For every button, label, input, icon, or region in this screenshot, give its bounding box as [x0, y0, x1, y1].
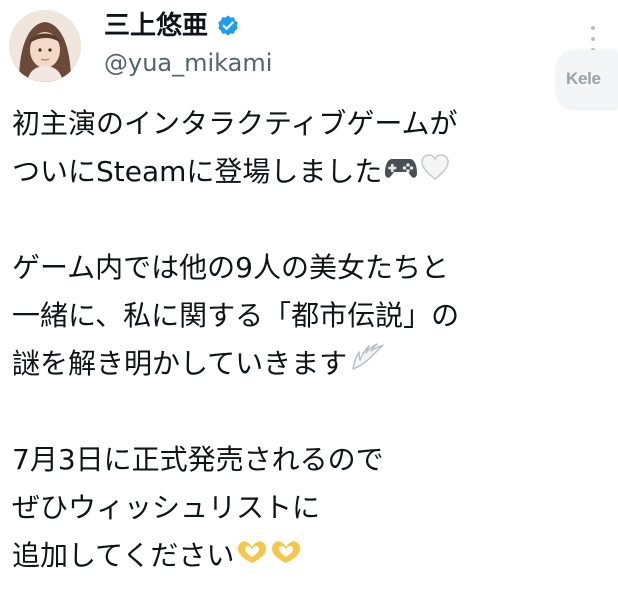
avatar-photo [9, 10, 81, 82]
tweet-line-text: ついにSteamに登場しました [12, 155, 383, 188]
white-heart-icon [420, 148, 450, 196]
tweet-line: 初主演のインタラクティブゲームが [12, 100, 552, 148]
tweet-line-text: ゲーム内では他の9人の美女たちと [12, 251, 449, 284]
tweet-line-text: 初主演のインタラクティブゲームが [12, 107, 458, 140]
tweet-line-text: 一緒に、私に関する「都市伝説」の [12, 299, 460, 332]
tweet-line-text: 追加してください [12, 539, 235, 572]
tweet-header: 三上悠亜 @yua_mikami [0, 0, 618, 92]
tweet-text: 初主演のインタラクティブゲームが ついにSteamに登場しました ゲーム内では他… [12, 100, 552, 580]
tweet-line: ゲーム内では他の9人の美女たちと [12, 244, 552, 292]
avatar[interactable] [9, 10, 81, 82]
display-name[interactable]: 三上悠亜 [104, 10, 208, 42]
verified-badge-icon [216, 14, 240, 38]
heart-hands-icon [270, 532, 302, 580]
user-handle[interactable]: @yua_mikami [104, 48, 272, 78]
tweet-line: 一緒に、私に関する「都市伝説」の [12, 292, 552, 340]
tweet-line: ぜひウィッシュリストに [12, 484, 552, 532]
display-name-row[interactable]: 三上悠亜 [104, 10, 240, 42]
tweet-line: ついにSteamに登場しました [12, 148, 552, 196]
tweet-line-text: 7月3日に正式発売されるので [12, 443, 384, 476]
floating-app-label: Kele [566, 69, 601, 88]
heart-hands-icon [236, 532, 268, 580]
tweet-line: 謎を解き明かしていきます [12, 340, 552, 388]
tweet-line: 7月3日に正式発売されるので [12, 436, 552, 484]
tweet-line-text: 謎を解き明かしていきます [12, 347, 348, 380]
game-controller-icon [384, 148, 418, 196]
tweet-line: 追加してください [12, 532, 552, 580]
wing-icon [349, 340, 385, 388]
more-vertical-icon[interactable] [583, 26, 603, 52]
floating-app-button[interactable]: Kele [557, 50, 618, 108]
tweet-line-text: ぜひウィッシュリストに [12, 491, 321, 524]
